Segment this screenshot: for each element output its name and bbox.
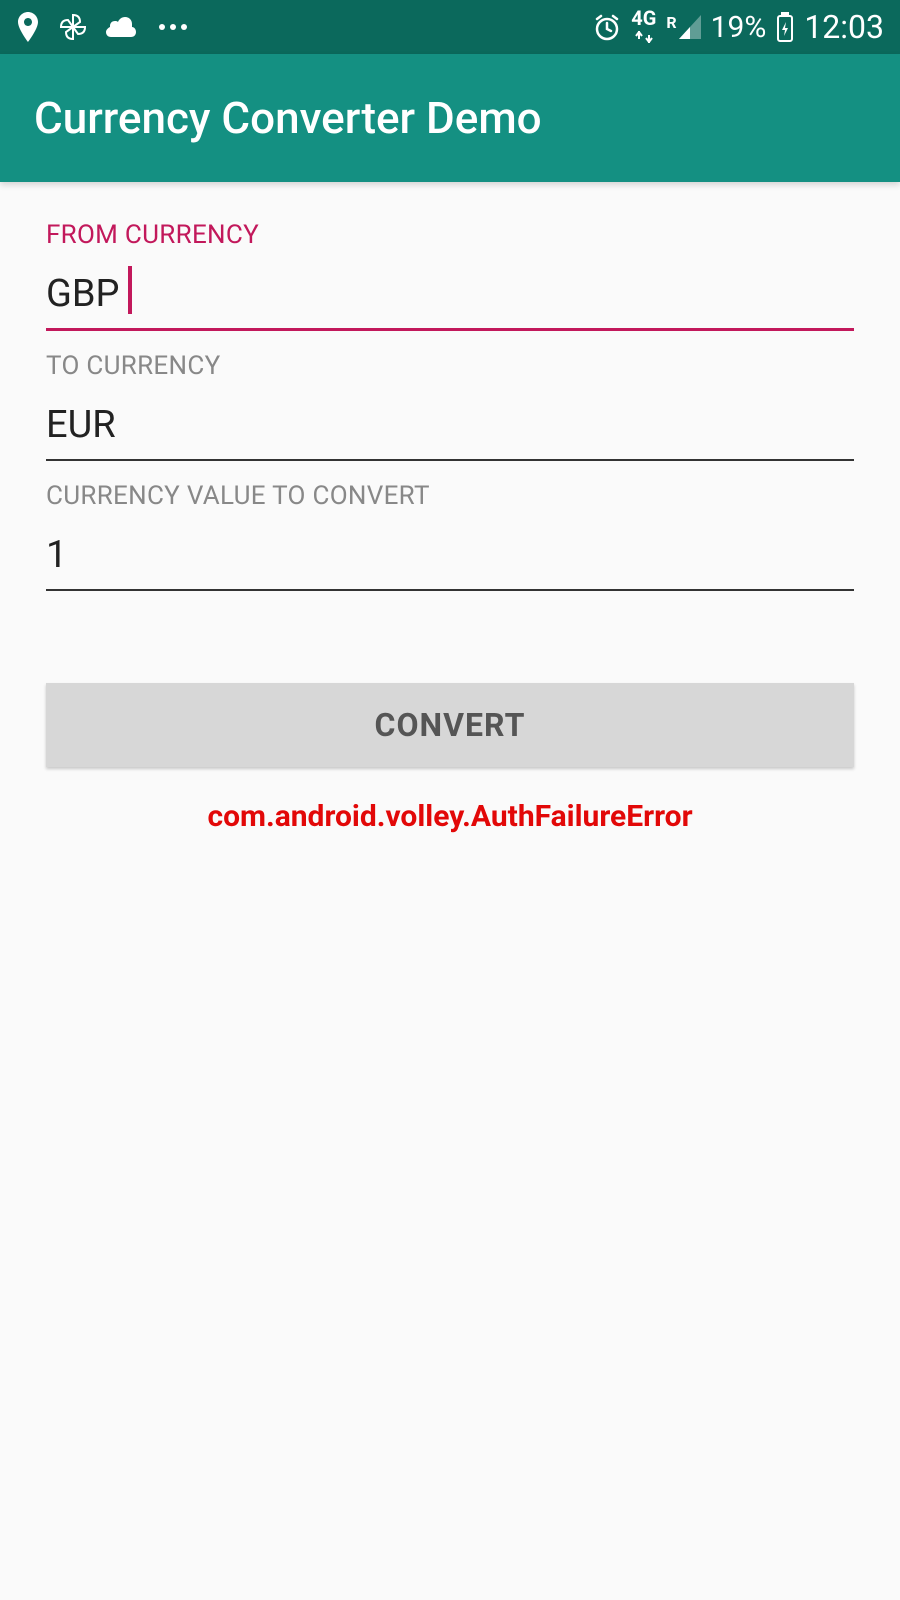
from-currency-label: FROM CURRENCY <box>46 220 854 250</box>
form-content: FROM CURRENCY TO CURRENCY CURRENCY VALUE… <box>0 182 900 872</box>
alarm-icon <box>593 13 621 41</box>
text-cursor <box>128 266 132 314</box>
location-icon <box>16 12 40 42</box>
status-bar: 4G R 19% 12:03 <box>0 0 900 54</box>
network-type-icon: 4G <box>631 9 656 45</box>
app-bar: Currency Converter Demo <box>0 54 900 182</box>
convert-button[interactable]: CONVERT <box>46 683 854 767</box>
cloud-icon <box>106 16 140 38</box>
value-field: CURRENCY VALUE TO CONVERT <box>46 481 854 591</box>
battery-percent: 19% <box>711 10 767 45</box>
from-currency-input[interactable] <box>46 268 854 331</box>
to-currency-field: TO CURRENCY <box>46 351 854 461</box>
error-message: com.android.volley.AuthFailureError <box>46 799 854 834</box>
more-icon <box>158 23 188 31</box>
signal-icon: R <box>666 15 700 39</box>
value-input[interactable] <box>46 529 854 591</box>
app-title: Currency Converter Demo <box>34 92 542 144</box>
value-label: CURRENCY VALUE TO CONVERT <box>46 481 854 511</box>
to-currency-input[interactable] <box>46 399 854 461</box>
battery-icon <box>776 12 794 42</box>
from-currency-field: FROM CURRENCY <box>46 220 854 331</box>
clock: 12:03 <box>804 8 884 46</box>
pinwheel-icon <box>58 12 88 42</box>
status-right-icons: 4G R 19% 12:03 <box>593 8 884 46</box>
to-currency-label: TO CURRENCY <box>46 351 854 381</box>
status-left-icons <box>16 12 188 42</box>
